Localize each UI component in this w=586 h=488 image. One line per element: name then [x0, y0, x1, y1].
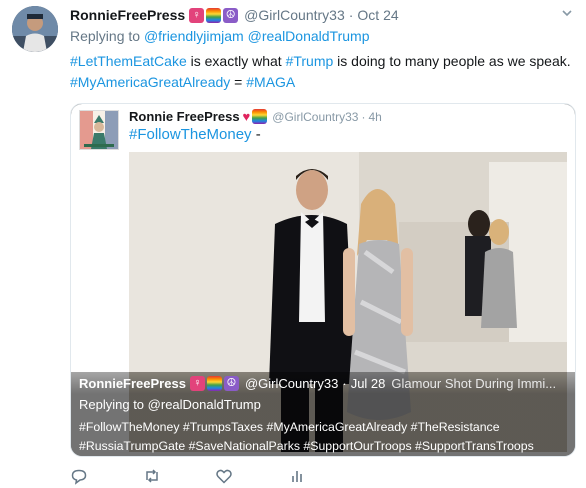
chevron-down-icon[interactable] [560, 6, 574, 20]
hashtag-trump[interactable]: #Trump [286, 53, 334, 69]
tweet-text-part: = [230, 74, 247, 90]
hashtag-followthemoney[interactable]: #FollowTheMoney [129, 126, 252, 143]
rainbow-emoji [206, 7, 222, 23]
overlay-reply-mention[interactable]: @realDonaldTrump [148, 397, 261, 412]
tweet-text-part: is exactly what [186, 53, 286, 69]
replying-to: Replying to @friendlyjimjam @realDonaldT… [70, 28, 369, 44]
reply-mention-2[interactable]: @realDonaldTrump [248, 28, 370, 44]
quoted-handle[interactable]: @GirlCountry33 [272, 110, 358, 124]
rainbow-emoji [252, 109, 268, 124]
peace-symbol-emoji: ☮ [223, 376, 239, 391]
hashtag-letthemeatcake[interactable]: #LetThemEatCake [70, 53, 187, 69]
quoted-author-name[interactable]: Ronnie FreePress [129, 109, 240, 124]
separator-dot: · [348, 7, 354, 23]
overlay-hashtags: #FollowTheMoney #TrumpsTaxes #MyAmericaG… [79, 418, 571, 456]
retweet-icon [145, 469, 158, 483]
quoted-text: #FollowTheMoney - [129, 126, 261, 143]
overlay-replying-prefix: Replying to [79, 397, 145, 412]
overlay-title-fragment: Glamour Shot During Immi... [391, 376, 557, 391]
avatar-image [12, 6, 58, 52]
retweet-button[interactable] [143, 466, 216, 486]
replying-prefix: Replying to [70, 28, 141, 44]
overlay-author-name[interactable]: RonnieFreePress [79, 376, 186, 391]
author-handle[interactable]: @GirlCountry33 [244, 7, 345, 23]
media-card[interactable]: Ronnie FreePress ♥ @GirlCountry33 · 4h #… [70, 103, 576, 457]
quoted-header: Ronnie FreePress ♥ @GirlCountry33 · 4h [129, 109, 382, 124]
overlay-header: RonnieFreePress ♀ ☮ @GirlCountry33 · Jul… [79, 376, 556, 391]
overlay-replying-to: Replying to @realDonaldTrump [79, 397, 261, 412]
quoted-text-rest: - [251, 126, 261, 143]
tweet-timestamp[interactable]: Oct 24 [357, 7, 398, 23]
like-button[interactable] [215, 466, 288, 486]
overlay-hashtags-line-2[interactable]: #RussiaTrumpGate #SaveNationalParks #Sup… [79, 437, 571, 456]
tweet-actions [70, 466, 360, 486]
red-heart-emoji: ♥ [242, 109, 251, 124]
overlay-timestamp[interactable]: Jul 28 [351, 376, 386, 391]
tweet-header: RonnieFreePress ♀ ☮ @GirlCountry33 · Oct… [70, 5, 399, 25]
author-name[interactable]: RonnieFreePress [70, 7, 185, 23]
reply-mention-1[interactable]: @friendlyjimjam [144, 28, 244, 44]
hashtag-maga[interactable]: #MAGA [246, 74, 295, 90]
quoted-timestamp[interactable]: 4h [368, 110, 381, 124]
rainbow-emoji [206, 376, 222, 391]
analytics-icon [291, 471, 302, 482]
reply-button[interactable] [70, 466, 143, 486]
quoted-avatar [79, 110, 119, 150]
tweet-text-part: is doing to many people as we speak. [333, 53, 571, 69]
statue-of-liberty-icon [80, 111, 118, 149]
overlay-handle[interactable]: @GirlCountry33 [245, 376, 338, 391]
female-sign-emoji: ♀ [189, 376, 205, 391]
embedded-screenshot: Ronnie FreePress ♥ @GirlCountry33 · 4h #… [71, 104, 575, 456]
analytics-button[interactable] [288, 466, 361, 486]
quoted-separator: · [361, 109, 366, 124]
tweet: RonnieFreePress ♀ ☮ @GirlCountry33 · Oct… [0, 0, 586, 488]
hashtag-myamericagreatalready[interactable]: #MyAmericaGreatAlready [70, 74, 230, 90]
avatar[interactable] [12, 6, 58, 52]
heart-icon [216, 469, 232, 484]
reply-icon [71, 469, 87, 485]
peace-symbol-emoji: ☮ [223, 7, 239, 23]
overlay-hashtags-line-1[interactable]: #FollowTheMoney #TrumpsTaxes #MyAmericaG… [79, 418, 571, 437]
tweet-text: #LetThemEatCake is exactly what #Trump i… [70, 51, 578, 93]
overlay-separator: · [342, 376, 347, 391]
female-sign-emoji: ♀ [189, 7, 205, 23]
